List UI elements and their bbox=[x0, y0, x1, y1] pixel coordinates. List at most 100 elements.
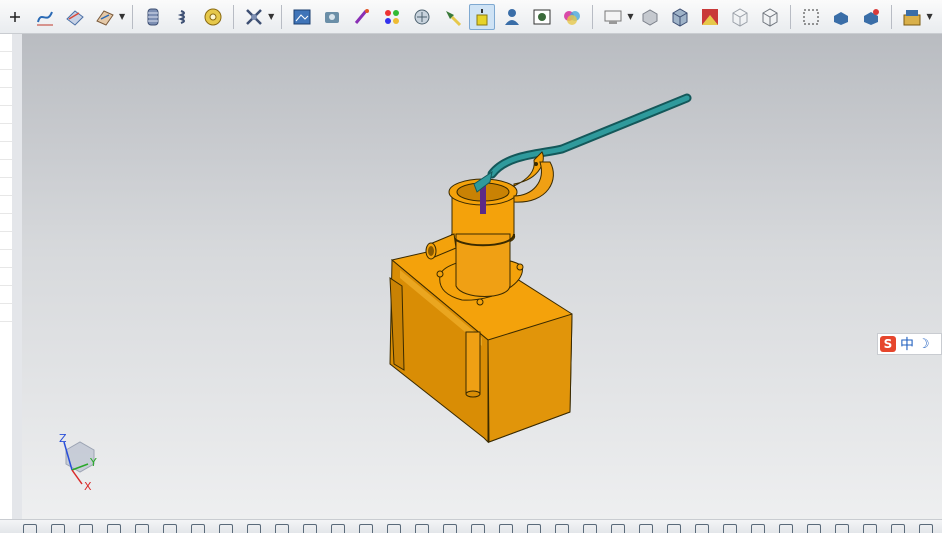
chevron-down-icon[interactable]: ▼ bbox=[119, 12, 125, 21]
chevron-down-icon[interactable]: ▼ bbox=[926, 12, 932, 21]
toolbar-button[interactable] bbox=[356, 520, 374, 533]
camera-scene-icon[interactable] bbox=[289, 4, 315, 30]
panel-row[interactable] bbox=[0, 106, 12, 124]
toolbar-button[interactable] bbox=[188, 520, 206, 533]
y-axis-label: Y bbox=[89, 456, 97, 469]
toolbar-button[interactable] bbox=[160, 520, 178, 533]
toolbar-button[interactable] bbox=[328, 520, 346, 533]
panel-row[interactable] bbox=[0, 124, 12, 142]
toolbar-separator bbox=[592, 4, 594, 29]
render-icon[interactable] bbox=[697, 4, 723, 30]
toolbar-button[interactable] bbox=[608, 520, 626, 533]
panel-row[interactable] bbox=[0, 160, 12, 178]
toolbar-separator bbox=[233, 4, 235, 29]
toolbar-button[interactable] bbox=[720, 520, 738, 533]
hidden-line-cube-icon[interactable] bbox=[757, 4, 783, 30]
wireframe-cube-icon[interactable] bbox=[727, 4, 753, 30]
toolbar-button[interactable] bbox=[524, 520, 542, 533]
toolbar-button[interactable] bbox=[776, 520, 794, 533]
section-view-icon[interactable] bbox=[828, 4, 854, 30]
toolbar-button[interactable] bbox=[216, 520, 234, 533]
axis-triad: Z Y X bbox=[59, 432, 97, 492]
paint-brush-icon[interactable] bbox=[349, 4, 375, 30]
ime-toolbar[interactable]: S 中 ☽ bbox=[877, 333, 942, 355]
spotlight-icon[interactable] bbox=[439, 4, 465, 30]
chevron-down-icon[interactable]: ▼ bbox=[268, 12, 274, 21]
toolbar-button[interactable] bbox=[636, 520, 654, 533]
toolbar-button[interactable] bbox=[916, 520, 934, 533]
toolbar-button[interactable] bbox=[580, 520, 598, 533]
toolbar-button[interactable] bbox=[104, 520, 122, 533]
panel-row[interactable] bbox=[0, 34, 12, 52]
toolbar-button[interactable] bbox=[804, 520, 822, 533]
toolbar-button[interactable] bbox=[244, 520, 262, 533]
toolbar-separator bbox=[891, 4, 893, 29]
texture-icon[interactable] bbox=[409, 4, 435, 30]
person-icon[interactable] bbox=[499, 4, 525, 30]
graphics-viewport[interactable]: Z Y X bbox=[22, 34, 942, 519]
materials-icon[interactable] bbox=[379, 4, 405, 30]
pump-model[interactable] bbox=[22, 34, 942, 519]
chevron-down-icon[interactable]: ▼ bbox=[627, 12, 633, 21]
toolbar-button[interactable] bbox=[132, 520, 150, 533]
plus-icon[interactable] bbox=[2, 4, 28, 30]
moon-icon[interactable]: ☽ bbox=[918, 337, 930, 352]
toolbar-separator bbox=[790, 4, 792, 29]
panel-row[interactable] bbox=[0, 250, 12, 268]
bottom-toolbar bbox=[0, 519, 942, 533]
toolbar-button[interactable] bbox=[412, 520, 430, 533]
toolbar-button[interactable] bbox=[468, 520, 486, 533]
toolbar-button[interactable] bbox=[496, 520, 514, 533]
spring-icon[interactable] bbox=[140, 4, 166, 30]
surface-icon[interactable] bbox=[62, 4, 88, 30]
gear-wheel-icon[interactable] bbox=[241, 4, 267, 30]
panel-row[interactable] bbox=[0, 232, 12, 250]
panel-row[interactable] bbox=[0, 304, 12, 322]
toolbar-button[interactable] bbox=[48, 520, 66, 533]
light-source-icon[interactable] bbox=[469, 3, 496, 30]
toolbar-button[interactable] bbox=[692, 520, 710, 533]
panel-row[interactable] bbox=[0, 88, 12, 106]
color-palette-icon[interactable] bbox=[559, 4, 585, 30]
toolbar-separator bbox=[132, 4, 134, 29]
shaded-box-icon[interactable] bbox=[637, 4, 663, 30]
toolbar-button[interactable] bbox=[860, 520, 878, 533]
curve-icon[interactable] bbox=[32, 4, 58, 30]
toolbar-button[interactable] bbox=[748, 520, 766, 533]
toolbar-button[interactable] bbox=[552, 520, 570, 533]
z-axis-label: Z bbox=[59, 432, 67, 445]
panel-row[interactable] bbox=[0, 286, 12, 304]
toolbar-button[interactable] bbox=[20, 520, 38, 533]
panel-row[interactable] bbox=[0, 142, 12, 160]
display-icon[interactable] bbox=[600, 4, 626, 30]
toolbar-button[interactable] bbox=[832, 520, 850, 533]
panel-row[interactable] bbox=[0, 196, 12, 214]
photo-icon[interactable] bbox=[319, 4, 345, 30]
toolbar-button[interactable] bbox=[384, 520, 402, 533]
coil-icon[interactable] bbox=[170, 4, 196, 30]
edit-window-icon[interactable] bbox=[899, 4, 925, 30]
sogou-logo-icon[interactable]: S bbox=[880, 336, 896, 352]
toolbar-button[interactable] bbox=[272, 520, 290, 533]
toolbar-button[interactable] bbox=[76, 520, 94, 533]
handle-lever[interactable] bbox=[487, 93, 692, 179]
face-highlight-icon[interactable] bbox=[858, 4, 884, 30]
toolbar-button[interactable] bbox=[440, 520, 458, 533]
x-axis-label: X bbox=[84, 480, 92, 492]
panel-row[interactable] bbox=[0, 268, 12, 286]
background-icon[interactable] bbox=[529, 4, 555, 30]
main-toolbar: ▼ ▼ ▼ ▼ bbox=[0, 0, 942, 34]
view-frame-icon[interactable] bbox=[798, 4, 824, 30]
sheet-icon[interactable] bbox=[92, 4, 118, 30]
cube-icon[interactable] bbox=[667, 4, 693, 30]
panel-row[interactable] bbox=[0, 178, 12, 196]
toolbar-separator bbox=[281, 4, 283, 29]
panel-row[interactable] bbox=[0, 52, 12, 70]
panel-row[interactable] bbox=[0, 70, 12, 88]
panel-row[interactable] bbox=[0, 214, 12, 232]
toolbar-button[interactable] bbox=[300, 520, 318, 533]
toolbar-button[interactable] bbox=[888, 520, 906, 533]
cylinder-icon[interactable] bbox=[200, 4, 226, 30]
ime-language-toggle[interactable]: 中 bbox=[900, 334, 914, 354]
toolbar-button[interactable] bbox=[664, 520, 682, 533]
